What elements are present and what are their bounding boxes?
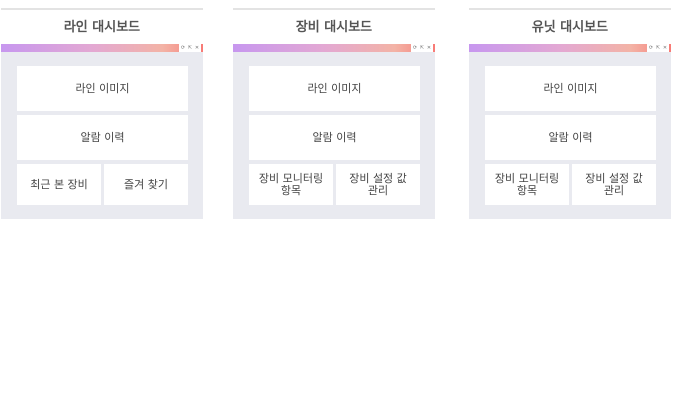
card-label: 장비 설정 값 관리 — [585, 171, 643, 197]
equipment-monitoring-card[interactable]: 장비 모니터링 항목 — [485, 164, 569, 205]
card-label: 라인 이미지 — [75, 81, 130, 95]
card-label: 장비 모니터링 항목 — [258, 171, 324, 197]
refresh-icon[interactable]: ⟳ — [412, 45, 418, 51]
equipment-monitoring-card[interactable]: 장비 모니터링 항목 — [249, 164, 333, 205]
expand-icon[interactable]: ⇱ — [655, 45, 661, 51]
recent-equipment-card[interactable]: 최근 본 장비 — [17, 164, 101, 205]
panel-header-bar: ⟳ ⇱ ✕ — [469, 44, 671, 52]
card-label: 알람 이력 — [312, 130, 357, 144]
line-image-card[interactable]: 라인 이미지 — [249, 66, 420, 111]
line-dashboard-panel: 라인 대시보드 ⟳ ⇱ ✕ 라인 이미지 알람 이력 최근 본 장비 즐겨 찾기 — [1, 8, 203, 219]
refresh-icon[interactable]: ⟳ — [648, 45, 654, 51]
unit-dashboard-panel: 유닛 대시보드 ⟳ ⇱ ✕ 라인 이미지 알람 이력 장비 모니터링 항목 장비… — [469, 8, 671, 219]
panel-body: 라인 이미지 알람 이력 최근 본 장비 즐겨 찾기 — [1, 52, 203, 219]
favorites-card[interactable]: 즐겨 찾기 — [104, 164, 188, 205]
expand-icon[interactable]: ⇱ — [187, 45, 193, 51]
panel-title: 라인 대시보드 — [1, 8, 203, 44]
close-icon[interactable]: ✕ — [662, 45, 668, 51]
expand-icon[interactable]: ⇱ — [419, 45, 425, 51]
close-icon[interactable]: ✕ — [426, 45, 432, 51]
card-label: 즐겨 찾기 — [124, 177, 168, 191]
panel-body: 라인 이미지 알람 이력 장비 모니터링 항목 장비 설정 값 관리 — [233, 52, 435, 219]
line-image-card[interactable]: 라인 이미지 — [485, 66, 656, 111]
card-label: 알람 이력 — [80, 130, 125, 144]
panel-title: 장비 대시보드 — [233, 8, 435, 44]
card-label: 장비 모니터링 항목 — [494, 171, 560, 197]
alarm-history-card[interactable]: 알람 이력 — [485, 115, 656, 160]
panel-title: 유닛 대시보드 — [469, 8, 671, 44]
panel-body: 라인 이미지 알람 이력 장비 모니터링 항목 장비 설정 값 관리 — [469, 52, 671, 219]
refresh-icon[interactable]: ⟳ — [180, 45, 186, 51]
card-label: 최근 본 장비 — [30, 177, 88, 191]
panel-toolbar: ⟳ ⇱ ✕ — [411, 44, 433, 52]
panel-toolbar: ⟳ ⇱ ✕ — [179, 44, 201, 52]
panel-toolbar: ⟳ ⇱ ✕ — [647, 44, 669, 52]
equipment-settings-card[interactable]: 장비 설정 값 관리 — [572, 164, 656, 205]
line-image-card[interactable]: 라인 이미지 — [17, 66, 188, 111]
panel-header-bar: ⟳ ⇱ ✕ — [233, 44, 435, 52]
card-label: 장비 설정 값 관리 — [349, 171, 407, 197]
alarm-history-card[interactable]: 알람 이력 — [249, 115, 420, 160]
card-label: 라인 이미지 — [307, 81, 362, 95]
card-label: 알람 이력 — [548, 130, 593, 144]
card-label: 라인 이미지 — [543, 81, 598, 95]
alarm-history-card[interactable]: 알람 이력 — [17, 115, 188, 160]
panel-header-bar: ⟳ ⇱ ✕ — [1, 44, 203, 52]
close-icon[interactable]: ✕ — [194, 45, 200, 51]
equipment-settings-card[interactable]: 장비 설정 값 관리 — [336, 164, 420, 205]
equipment-dashboard-panel: 장비 대시보드 ⟳ ⇱ ✕ 라인 이미지 알람 이력 장비 모니터링 항목 장비… — [233, 8, 435, 219]
